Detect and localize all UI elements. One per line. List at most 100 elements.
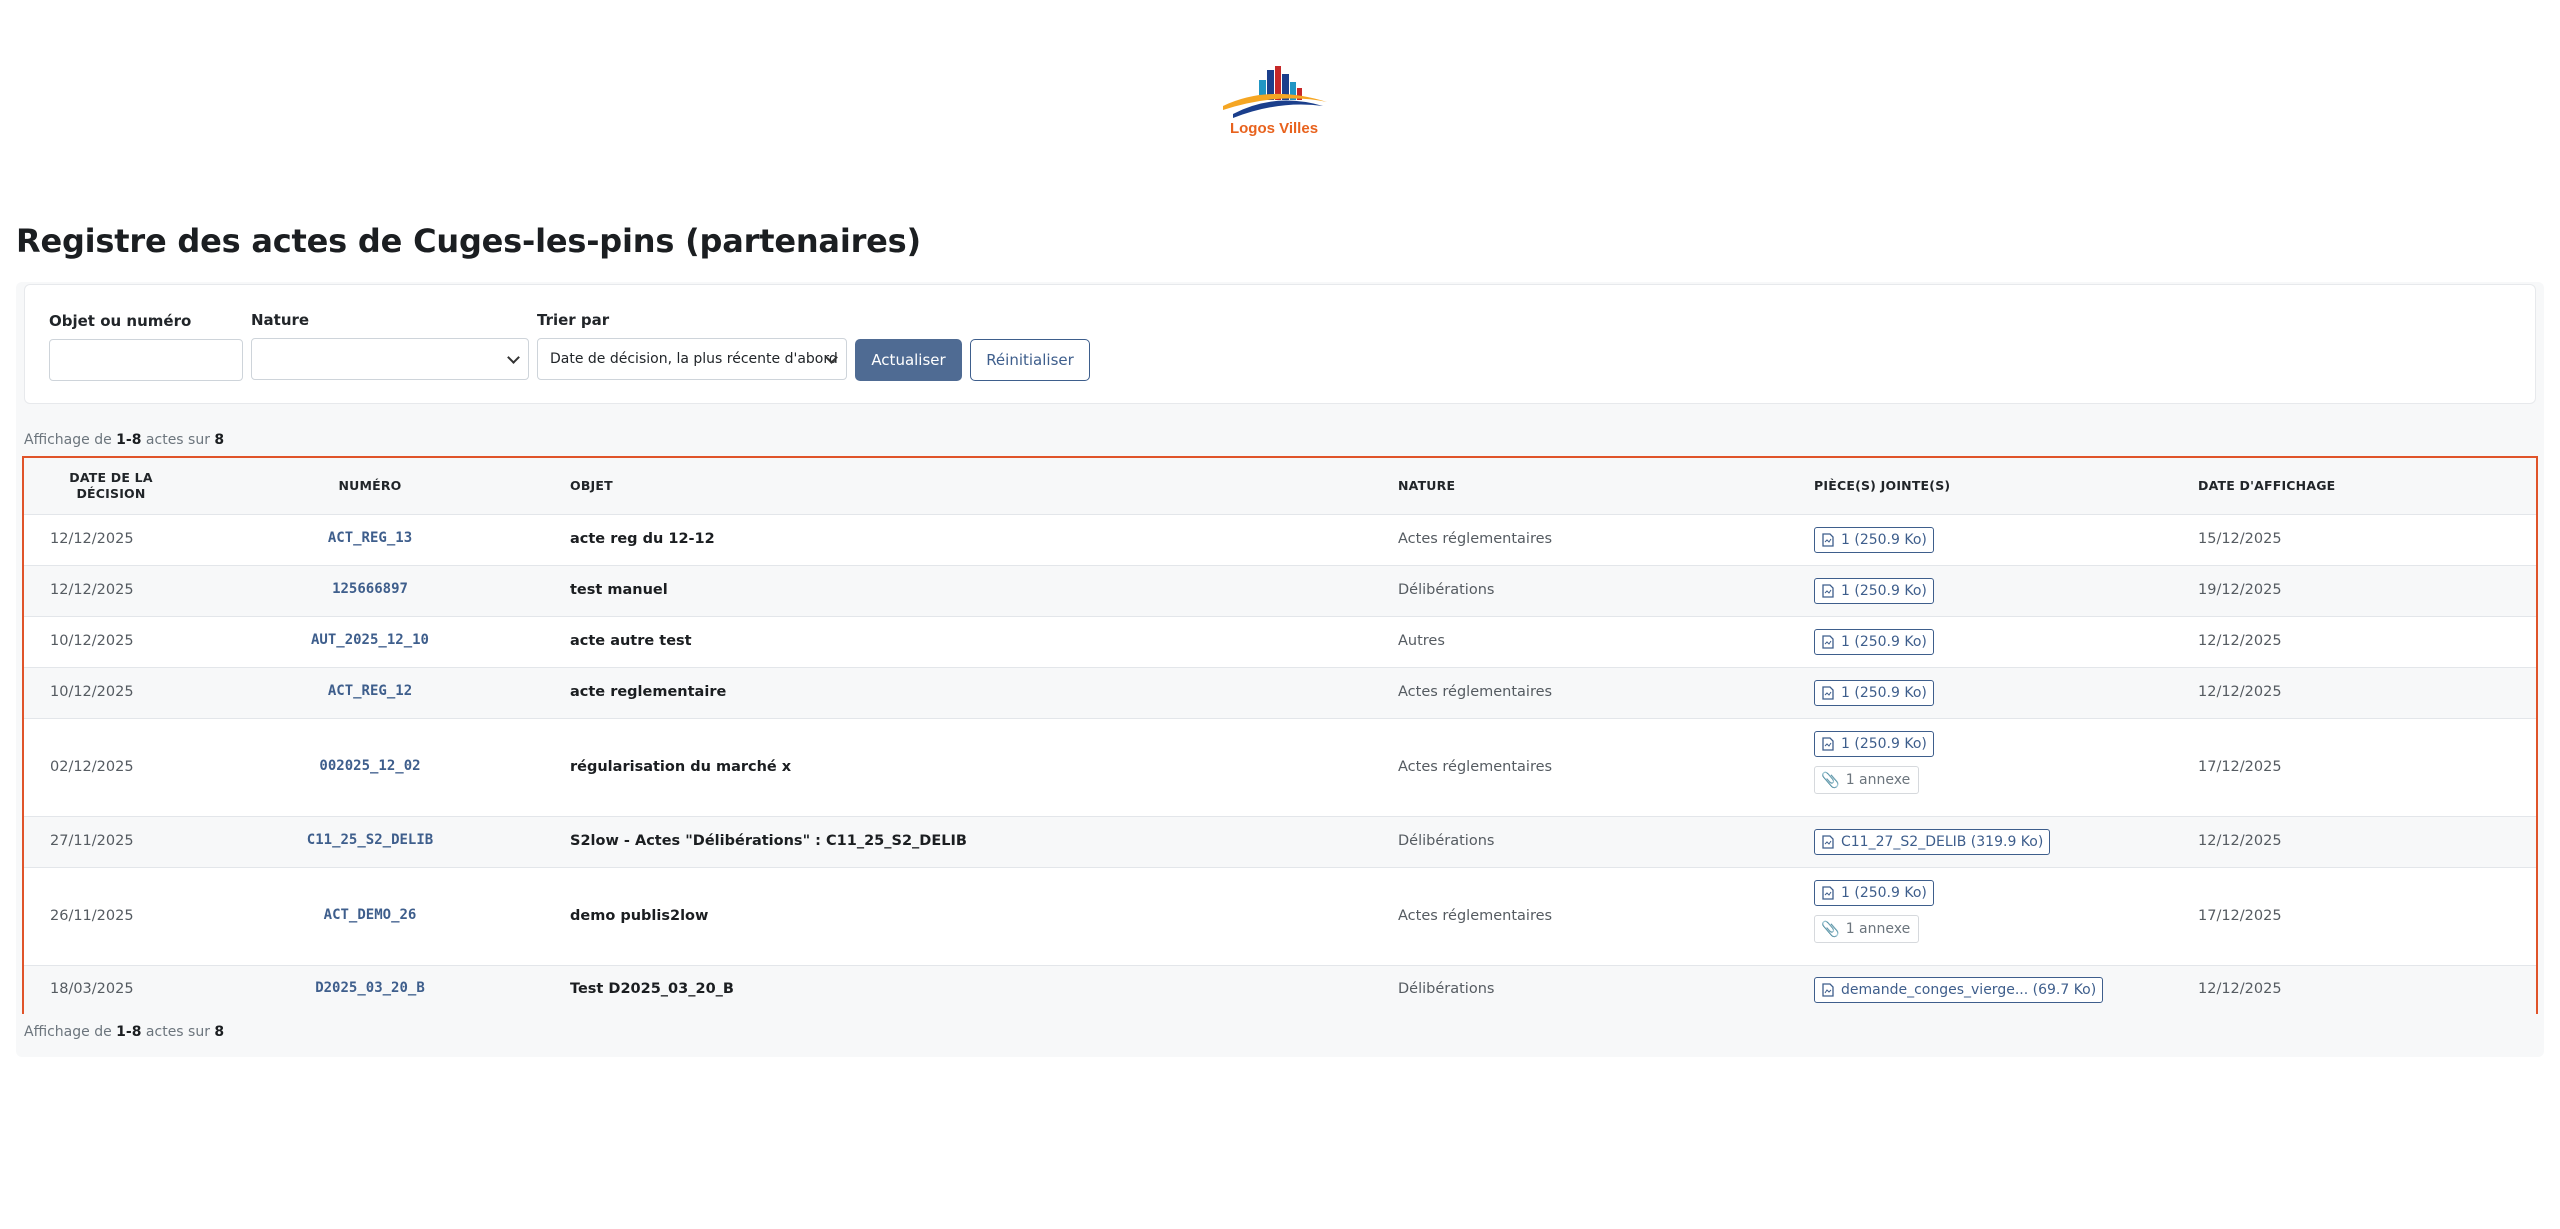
decision-date: 27/11/2025 [50,833,134,849]
col-header-date: DATE DE LA DÉCISION [36,470,186,502]
act-object: demo publis2low [570,908,709,924]
table-row[interactable]: 27/11/2025 C11_25_S2_DELIB S2low - Actes… [24,816,2536,867]
attachment-label: 1 (250.9 Ko) [1841,634,1927,650]
decision-date: 10/12/2025 [50,684,134,700]
act-object: acte reglementaire [570,684,727,700]
attachment-label: C11_27_S2_DELIB (319.9 Ko) [1841,834,2044,850]
act-object: S2low - Actes "Délibérations" : C11_25_S… [570,833,967,849]
attachment-link[interactable]: 1 (250.9 Ko) [1814,578,1934,604]
act-object: Test D2025_03_20_B [570,981,734,997]
pdf-file-icon [1822,635,1834,649]
image-file-icon [1822,983,1834,997]
nature-label: Nature [251,311,310,329]
table-row[interactable]: 18/03/2025 D2025_03_20_B Test D2025_03_2… [24,965,2536,1014]
decision-date: 10/12/2025 [50,633,134,649]
annex-label: 1 annexe [1845,772,1911,788]
decision-date: 26/11/2025 [50,908,134,924]
count-total: 8 [214,1024,225,1040]
update-button[interactable]: Actualiser [855,339,962,381]
pdf-file-icon [1822,835,1834,849]
decision-date: 02/12/2025 [50,759,134,775]
attachment-label: 1 (250.9 Ko) [1841,885,1927,901]
act-number-link[interactable]: C11_25_S2_DELIB [260,832,480,848]
attachment-link[interactable]: 1 (250.9 Ko) [1814,880,1934,906]
table-row[interactable]: 02/12/2025 002025_12_02 régularisation d… [24,718,2536,816]
paperclip-icon: 📎 [1821,771,1840,789]
logo-text: Logos Villes [1229,120,1319,137]
act-object: test manuel [570,582,668,598]
table-row[interactable]: 12/12/2025 125666897 test manuel Délibér… [24,565,2536,616]
act-nature: Actes réglementaires [1398,531,1553,547]
attachment-label: 1 (250.9 Ko) [1841,685,1927,701]
col-header-numero: NUMÉRO [338,478,402,493]
attachment-label: 1 (250.9 Ko) [1841,583,1927,599]
act-number-link[interactable]: D2025_03_20_B [260,980,480,996]
pdf-file-icon [1822,686,1834,700]
objet-input[interactable] [49,339,243,381]
col-header-affichage: DATE D'AFFICHAGE [2198,478,2336,493]
page-title: Registre des actes de Cuges-les-pins (pa… [16,222,921,260]
attachment-link[interactable]: demande_conges_vierge... (69.7 Ko) [1814,977,2104,1003]
act-number-link[interactable]: ACT_REG_12 [260,683,480,699]
nature-select[interactable] [251,338,529,380]
attachment-label: 1 (250.9 Ko) [1841,532,1927,548]
attachment-link[interactable]: 1 (250.9 Ko) [1814,527,1934,553]
table-row[interactable]: 10/12/2025 ACT_REG_12 acte reglementaire… [24,667,2536,718]
display-date: 19/12/2025 [2198,582,2282,598]
act-nature: Autres [1398,633,1445,649]
city-skyline-icon [1223,66,1327,118]
act-nature: Délibérations [1398,582,1495,598]
attachment-label: demande_conges_vierge... (69.7 Ko) [1841,982,2097,998]
decision-date: 18/03/2025 [50,981,134,997]
table-row[interactable]: 10/12/2025 AUT_2025_12_10 acte autre tes… [24,616,2536,667]
count-prefix: Affichage de [24,432,112,448]
pdf-file-icon [1822,533,1834,547]
act-number-link[interactable]: AUT_2025_12_10 [260,632,480,648]
annex-label: 1 annexe [1845,921,1911,937]
annex-badge[interactable]: 📎 1 annexe [1814,766,1920,794]
act-object: acte autre test [570,633,692,649]
result-count-top: Affichage de 1-8 actes sur 8 [24,432,224,448]
act-number-link[interactable]: ACT_REG_13 [260,530,480,546]
act-nature: Actes réglementaires [1398,684,1553,700]
act-number-link[interactable]: 125666897 [260,581,480,597]
attachment-link[interactable]: 1 (250.9 Ko) [1814,680,1934,706]
act-object: régularisation du marché x [570,759,792,775]
display-date: 17/12/2025 [2198,759,2282,775]
paperclip-icon: 📎 [1821,920,1840,938]
count-middle: actes sur [145,432,210,448]
city-logo: Logos Villes [1212,62,1336,154]
decision-date: 12/12/2025 [50,582,134,598]
act-number-link[interactable]: 002025_12_02 [260,758,480,774]
attachment-link[interactable]: C11_27_S2_DELIB (319.9 Ko) [1814,829,2051,855]
col-header-pieces: PIÈCE(S) JOINTE(S) [1814,478,1951,493]
table-row[interactable]: 26/11/2025 ACT_DEMO_26 demo publis2low A… [24,867,2536,965]
attachment-link[interactable]: 1 (250.9 Ko) [1814,731,1934,757]
display-date: 12/12/2025 [2198,684,2282,700]
sort-select-value: Date de décision, la plus récente d'abor… [550,351,838,367]
act-nature: Délibérations [1398,981,1495,997]
table-row[interactable]: 12/12/2025 ACT_REG_13 acte reg du 12-12 … [24,514,2536,565]
act-object: acte reg du 12-12 [570,531,715,547]
annex-badge[interactable]: 📎 1 annexe [1814,915,1920,943]
tri-label: Trier par [537,311,610,329]
attachment-link[interactable]: 1 (250.9 Ko) [1814,629,1934,655]
objet-label: Objet ou numéro [49,312,192,330]
display-date: 17/12/2025 [2198,908,2282,924]
table-header: DATE DE LA DÉCISION NUMÉRO OBJET NATURE … [24,458,2536,514]
col-header-objet: OBJET [570,478,613,493]
act-nature: Actes réglementaires [1398,908,1553,924]
count-total: 8 [214,432,225,448]
count-middle: actes sur [145,1024,210,1040]
act-nature: Actes réglementaires [1398,759,1553,775]
pdf-file-icon [1822,886,1834,900]
attachment-label: 1 (250.9 Ko) [1841,736,1927,752]
display-date: 15/12/2025 [2198,531,2282,547]
col-header-nature: NATURE [1398,478,1456,493]
acts-table: DATE DE LA DÉCISION NUMÉRO OBJET NATURE … [22,456,2538,1014]
sort-select[interactable]: Date de décision, la plus récente d'abor… [537,338,847,380]
count-range: 1-8 [116,432,142,448]
result-count-bottom: Affichage de 1-8 actes sur 8 [24,1024,224,1040]
reset-button[interactable]: Réinitialiser [970,339,1090,381]
act-number-link[interactable]: ACT_DEMO_26 [260,907,480,923]
